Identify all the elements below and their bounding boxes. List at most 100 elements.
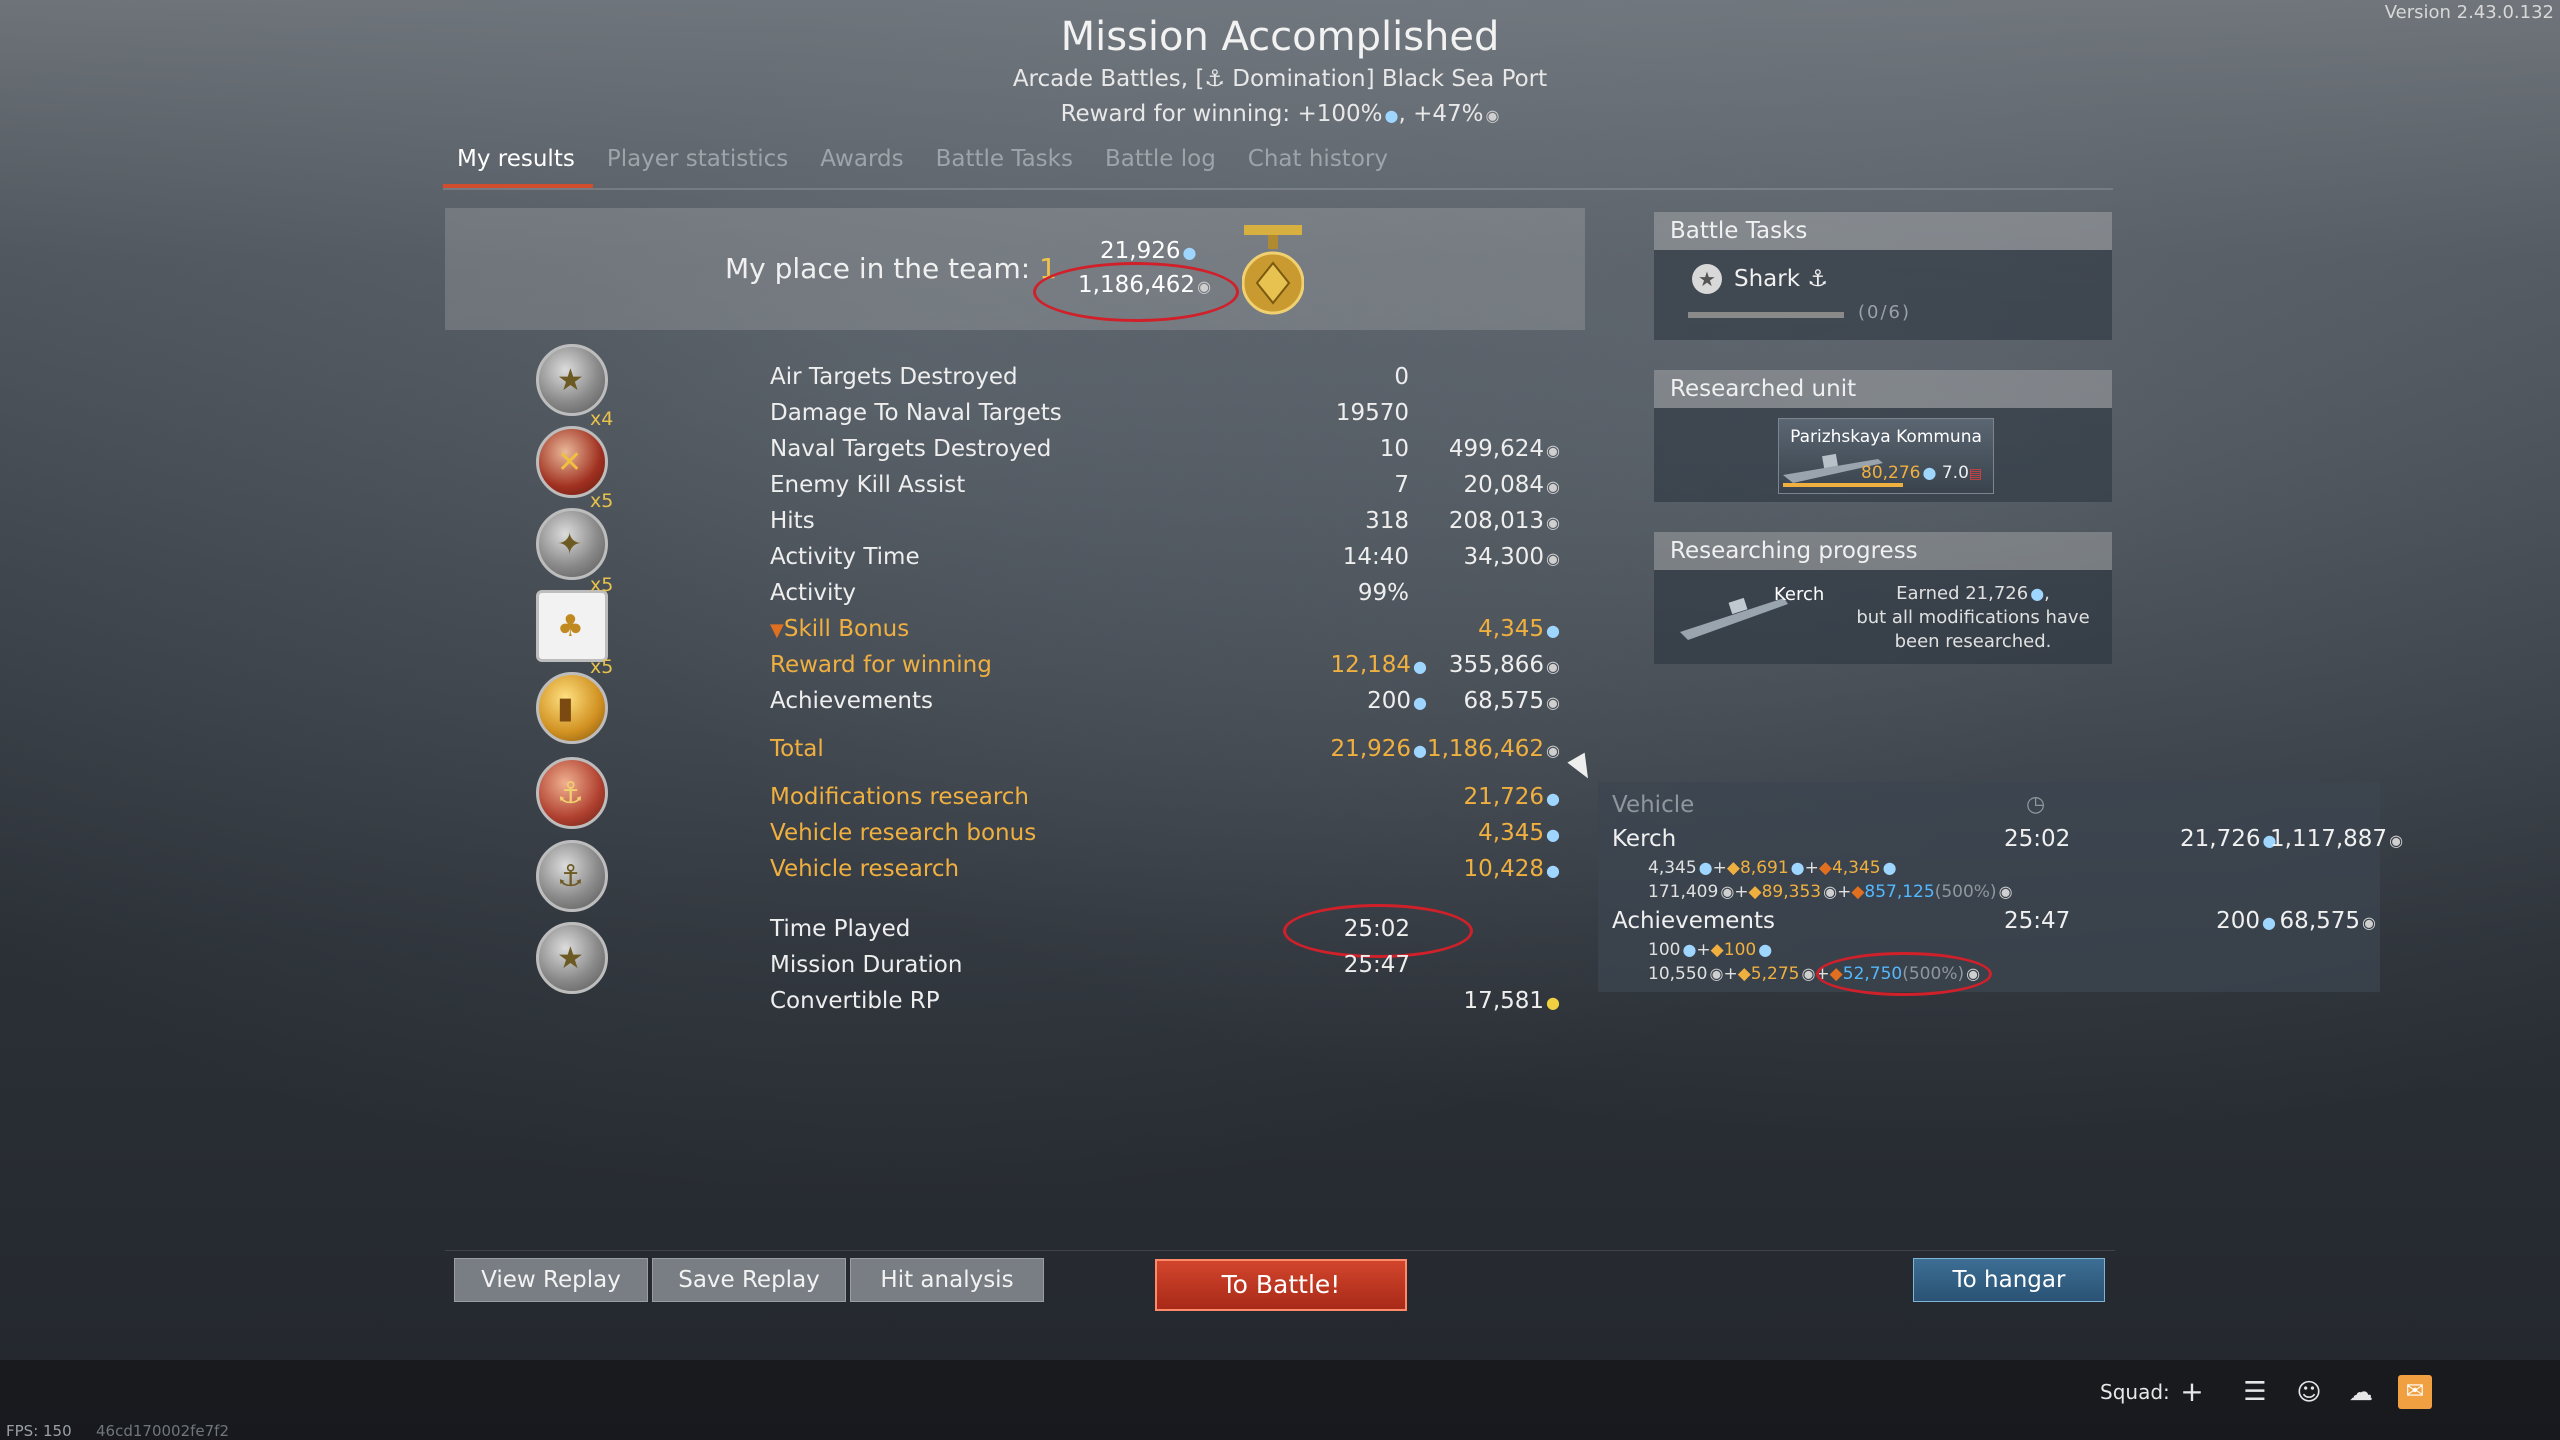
stat-reward-value: 21,726 xyxy=(1463,784,1545,810)
stat-reward: 208,013 ◉ xyxy=(1449,508,1560,534)
team-place-label: My place in the team: 1 xyxy=(725,252,1057,285)
stat-label: Enemy Kill Assist xyxy=(770,472,966,498)
rp-icon: ● xyxy=(1546,861,1560,880)
unit-rp: 80,276 xyxy=(1861,463,1921,483)
to-hangar-button[interactable]: To hangar xyxy=(1913,1258,2105,1302)
tooltip-row-rp: 200 ● xyxy=(2146,908,2276,934)
rp-icon: ● xyxy=(1384,106,1399,125)
stat-value-text: 200 xyxy=(1367,688,1412,714)
team-place-rp-value: 21,926 xyxy=(1100,238,1181,264)
stat-reward: 499,624 ◉ xyxy=(1449,436,1560,462)
stat-label: Vehicle research bonus xyxy=(770,820,1037,846)
premium-icon: ▤ xyxy=(1968,466,1983,482)
stat-label: Naval Targets Destroyed xyxy=(770,436,1052,462)
mail-icon[interactable]: ✉ xyxy=(2398,1375,2432,1409)
tab-battle-log[interactable]: Battle log xyxy=(1091,140,1234,188)
rp-icon: ● xyxy=(1413,657,1427,676)
vehicle-reward-tooltip: Vehicle ◷ Kerch 25:02 21,726 ● 1,117,887 ◉… xyxy=(1598,782,2403,996)
add-squad-icon[interactable]: + xyxy=(2175,1375,2209,1409)
award-anchor-icon[interactable]: ⚓ xyxy=(536,840,608,912)
award-badge-icon[interactable]: ★ xyxy=(536,344,608,416)
award-medal-icon[interactable]: ✦ xyxy=(536,508,608,580)
silver-lions-icon: ◉ xyxy=(1546,657,1560,676)
tab-battle-tasks[interactable]: Battle Tasks xyxy=(922,140,1091,188)
researching-body: Kerch Earned 21,726 ●, but all modificati… xyxy=(1654,570,2112,664)
booster-icon: ◆ xyxy=(1726,858,1740,878)
subtitle-suffix: Domination] Black Sea Port xyxy=(1224,66,1548,92)
rp-icon: ● xyxy=(1758,940,1773,959)
list-icon[interactable]: ☰ xyxy=(2238,1375,2272,1409)
reward-text-2: , +47% xyxy=(1398,101,1484,127)
team-place-text: My place in the team: xyxy=(725,252,1040,285)
breakdown-c: 4,345 xyxy=(1831,858,1881,878)
breakdown-c: 857,125 xyxy=(1864,882,1935,902)
stat-label: Modifications research xyxy=(770,784,1029,810)
to-battle-button[interactable]: To Battle! xyxy=(1155,1259,1407,1311)
chat-icon[interactable]: ☁ xyxy=(2344,1375,2378,1409)
booster-icon: ◆ xyxy=(1748,882,1762,902)
stat-reward: 68,575 ◉ xyxy=(1464,688,1560,714)
total-rp: 21,926 ● xyxy=(1331,736,1427,762)
award-star-icon[interactable]: ★ xyxy=(536,922,608,994)
stat-value: 14:40 xyxy=(1342,544,1409,570)
hit-analysis-button[interactable]: Hit analysis xyxy=(850,1258,1044,1302)
skill-bonus-icon: ▼ xyxy=(770,620,784,641)
breakdown-d: (500%) xyxy=(1934,882,1997,902)
stat-value: 19570 xyxy=(1335,400,1409,426)
breakdown-b: 5,275 xyxy=(1750,964,1800,984)
stat-value: 7 xyxy=(1394,472,1409,498)
booster-icon: ◆ xyxy=(1737,964,1751,984)
battle-tasks-body[interactable]: ★ Shark ⚓ (0/6) xyxy=(1654,250,2112,340)
tooltip-row-rp: 21,726 ● xyxy=(2180,826,2276,852)
researched-unit-body: Parizhskaya Kommuna 80,276 ● 7.0▤ xyxy=(1654,408,2112,502)
tab-awards[interactable]: Awards xyxy=(806,140,921,188)
breakdown-b: 89,353 xyxy=(1761,882,1822,902)
stat-value: 0 xyxy=(1394,364,1409,390)
researching-vehicle: Kerch xyxy=(1774,584,1825,605)
view-replay-button[interactable]: View Replay xyxy=(454,1258,648,1302)
stat-reward-value: 17,581 xyxy=(1463,988,1545,1014)
unit-card[interactable]: Parizhskaya Kommuna 80,276 ● 7.0▤ xyxy=(1778,418,1994,494)
tab-player-statistics[interactable]: Player statistics xyxy=(593,140,806,188)
award-ship-icon[interactable]: ⚓ xyxy=(536,757,608,829)
tooltip-row-sl-value: 1,117,887 xyxy=(2270,826,2388,852)
award-cards-icon[interactable]: ♣ xyxy=(536,590,608,662)
stat-label: Hits xyxy=(770,508,815,534)
silver-lions-icon: ◉ xyxy=(1720,882,1735,901)
ship-icon: ⚓ xyxy=(1204,66,1225,92)
award-shield-icon[interactable]: ✕ xyxy=(536,426,608,498)
tab-my-results[interactable]: My results xyxy=(443,140,593,188)
stat-label-text: Skill Bonus xyxy=(783,616,910,642)
rp-icon: ● xyxy=(1922,463,1937,482)
rp-icon: ● xyxy=(1682,940,1697,959)
stat-reward-value: 4,345 xyxy=(1478,820,1545,846)
contacts-icon[interactable]: ☺ xyxy=(2292,1375,2326,1409)
mission-subtitle: Arcade Battles, [⚓ Domination] Black Sea… xyxy=(0,66,2560,92)
award-gold-icon[interactable]: ▮ xyxy=(536,672,608,744)
task-progress-bar xyxy=(1688,312,1844,318)
save-replay-button[interactable]: Save Replay xyxy=(652,1258,846,1302)
breakdown-a: 171,409 xyxy=(1648,882,1719,902)
ship-icon: ⚓ xyxy=(1807,266,1828,292)
silver-lions-icon: ◉ xyxy=(2389,831,2404,850)
stat-label: Achievements xyxy=(770,688,933,714)
tab-chat-history[interactable]: Chat history xyxy=(1234,140,1406,188)
stat-reward: 355,866 ◉ xyxy=(1449,652,1560,678)
stat-label: Vehicle research xyxy=(770,856,960,882)
results-tabs: My results Player statistics Awards Batt… xyxy=(443,140,2113,190)
silver-lions-icon: ◉ xyxy=(1709,964,1724,983)
task-name[interactable]: Shark ⚓ xyxy=(1734,266,1828,292)
divider xyxy=(445,1250,2115,1251)
silver-lions-icon: ◉ xyxy=(1546,549,1560,568)
stat-reward-value: 34,300 xyxy=(1463,544,1545,570)
stat-reward-value: 20,084 xyxy=(1463,472,1545,498)
stat-label: Time Played xyxy=(770,916,911,942)
tooltip-row-breakdown-rp: 4,345 ●+◆8,691 ●+◆4,345 ● xyxy=(1648,858,1897,878)
stat-reward: 21,726 ● xyxy=(1464,784,1560,810)
researching-line-1: Earned 21,726 ●, xyxy=(1896,583,2050,604)
stat-value: 99% xyxy=(1357,580,1409,606)
researching-message: Earned 21,726 ●, but all modifications ha… xyxy=(1848,582,2098,654)
task-name-text: Shark xyxy=(1734,266,1801,292)
rp-icon: ● xyxy=(1790,858,1805,877)
team-place-rp: 21,926 ● xyxy=(1100,238,1196,264)
